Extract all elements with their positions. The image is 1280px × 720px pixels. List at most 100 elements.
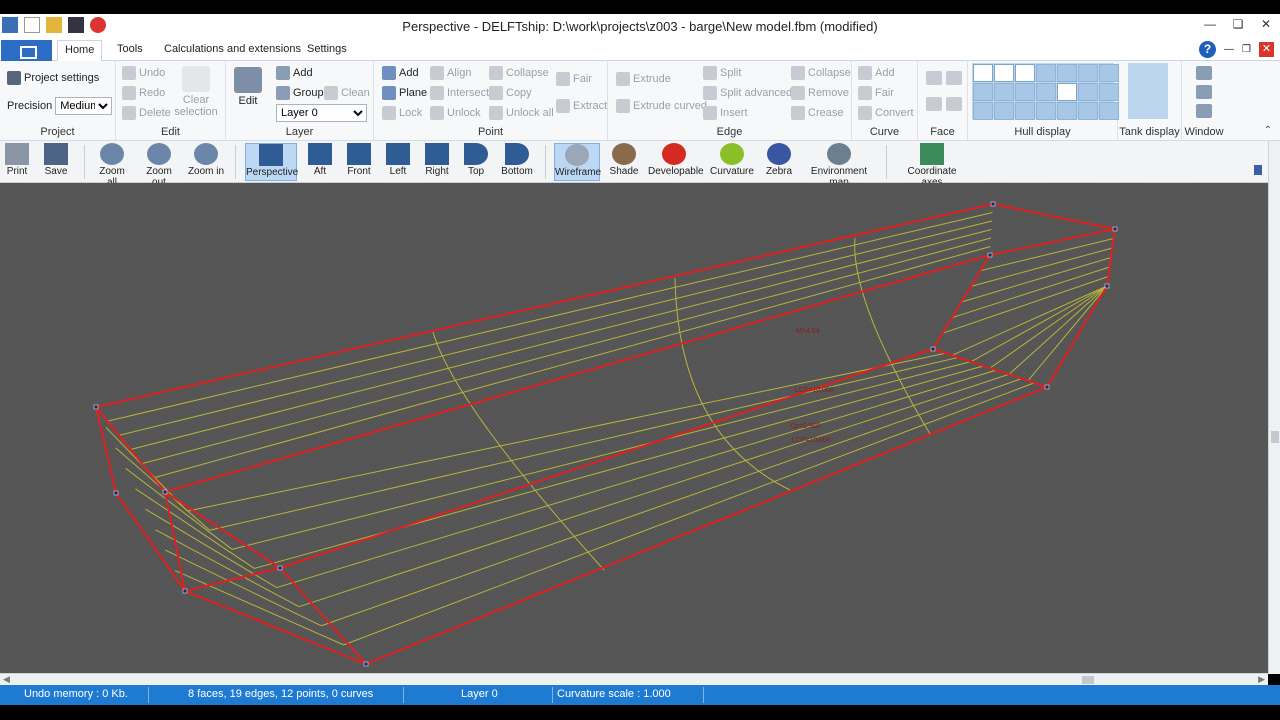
environment-map-button[interactable]: Environment map [802,143,876,188]
clear-selection-button[interactable]: Clear selection [174,66,218,118]
control-point[interactable] [1104,283,1110,289]
edge-insert-button[interactable]: Insert [703,106,748,120]
display-toggle[interactable] [1057,64,1077,82]
edge-split-advanced-button[interactable]: Split advanced [703,86,792,100]
display-toggle[interactable] [1099,83,1119,101]
control-point[interactable] [363,661,369,667]
control-point[interactable] [182,588,188,594]
tab-settings[interactable]: Settings [307,43,347,55]
bottom-view-button[interactable]: Bottom [499,143,535,181]
control-point[interactable] [987,252,993,258]
face-tool-icon[interactable] [926,97,942,111]
display-toggle[interactable] [1015,83,1035,101]
edge-crease-button[interactable]: Crease [791,106,843,120]
minimize-icon[interactable]: — [1196,14,1224,34]
grid-toggle[interactable] [1015,64,1035,82]
edge-split-button[interactable]: Split [703,66,741,80]
point-lock-button[interactable]: Lock [382,106,422,120]
point-add-button[interactable]: Add [382,66,419,80]
display-toggle[interactable] [1078,83,1098,101]
help-icon[interactable]: ? [1199,41,1217,58]
control-point[interactable] [162,489,168,495]
vertical-scrollbar[interactable] [1268,141,1280,674]
curve-add-button[interactable]: Add [858,66,895,80]
display-toggle[interactable] [1078,64,1098,82]
curve-convert-button[interactable]: Convert [858,106,914,120]
3d-viewport[interactable]: M=4.04 LCF=10.000 Cp=0.900 LCF=10.000 [0,183,1268,673]
project-settings-button[interactable]: Project settings [7,71,99,85]
face-tool-icon[interactable] [946,71,962,85]
scroll-left-icon[interactable]: ◀ [3,674,10,685]
point-unlock-button[interactable]: Unlock [430,106,481,120]
edge-collapse-button[interactable]: Collapse [791,66,851,80]
zoom-out-button[interactable]: Zoom out [138,143,180,188]
point-extract-button[interactable]: Extract [556,99,607,113]
curve-fair-button[interactable]: Fair [858,86,894,100]
control-point[interactable] [930,346,936,352]
point-intersect-button[interactable]: Intersect [430,86,489,100]
pin-icon[interactable] [1254,165,1262,175]
display-toggle[interactable] [994,102,1014,120]
point-fair-button[interactable]: Fair [556,72,592,86]
control-point[interactable] [990,201,996,207]
display-toggle[interactable] [1099,102,1119,120]
zoom-in-button[interactable]: Zoom in [187,143,225,181]
display-toggle[interactable] [1057,102,1077,120]
doc-close-icon[interactable]: ✕ [1259,42,1274,57]
curvature-mode-button[interactable]: Curvature [709,143,755,181]
display-toggle[interactable] [1036,83,1056,101]
left-view-button[interactable]: Left [383,143,413,181]
close-icon[interactable]: ✕ [1252,14,1280,34]
cascade-windows-icon[interactable] [1196,104,1212,118]
scroll-right-icon[interactable]: ▶ [1258,674,1265,685]
developable-mode-button[interactable]: Developable [648,143,704,181]
layer-group-button[interactable]: Group [276,86,324,100]
scroll-thumb[interactable] [1082,676,1094,684]
delete-button[interactable]: Delete [122,106,171,120]
tank-display-toggles[interactable] [1128,63,1168,119]
ribbon-minimize-icon[interactable]: — [1224,44,1234,55]
layer-add-button[interactable]: Add [276,66,313,80]
top-view-button[interactable]: Top [461,143,491,181]
maximize-icon[interactable]: ❏ [1224,14,1252,34]
control-net-toggle[interactable] [973,64,993,82]
point-copy-button[interactable]: Copy [489,86,532,100]
redo-button[interactable]: Redo [122,86,165,100]
zebra-mode-button[interactable]: Zebra [763,143,795,181]
precision-select[interactable]: Medium [55,97,113,115]
display-toggle[interactable] [1057,83,1077,101]
horizontal-scrollbar[interactable]: ◀ ▶ [0,673,1268,685]
edge-remove-button[interactable]: Remove [791,86,849,100]
tab-calculations[interactable]: Calculations and extensions [164,43,301,55]
tab-tools[interactable]: Tools [117,43,143,55]
aft-view-button[interactable]: Aft [305,143,335,181]
coordinate-axes-button[interactable]: Coordinate axes [896,143,968,188]
active-layer-select[interactable]: Layer 0 [276,104,367,122]
control-point[interactable] [1044,384,1050,390]
display-toggle[interactable] [1036,102,1056,120]
layer-clean-button[interactable]: Clean [324,86,370,100]
wireframe-mode-button[interactable]: Wireframe [554,143,601,181]
right-view-button[interactable]: Right [421,143,453,181]
display-toggle[interactable] [994,83,1014,101]
zoom-all-button[interactable]: Zoom all [93,143,131,188]
point-unlock-all-button[interactable]: Unlock all [489,106,554,120]
collapse-ribbon-icon[interactable]: ⌃ [1264,125,1272,136]
tile-windows-icon[interactable] [1196,85,1212,99]
display-toggle[interactable] [1036,64,1056,82]
new-window-icon[interactable] [1196,66,1212,80]
tab-home[interactable]: Home [57,40,103,62]
point-align-button[interactable]: Align [430,66,471,80]
display-toggle[interactable] [973,83,993,101]
display-toggle[interactable] [1078,102,1098,120]
control-point[interactable] [277,565,283,571]
ribbon-restore-icon[interactable]: ❐ [1242,44,1251,55]
face-tool-icon[interactable] [926,71,942,85]
display-toggle[interactable] [1099,64,1119,82]
undo-button[interactable]: Undo [122,66,165,80]
layer-edit-button[interactable]: Edit [232,67,264,107]
scroll-thumb[interactable] [1271,431,1279,443]
display-toggle[interactable] [973,102,993,120]
edge-extrude-button[interactable]: Extrude [616,72,671,86]
point-collapse-button[interactable]: Collapse [489,66,549,80]
